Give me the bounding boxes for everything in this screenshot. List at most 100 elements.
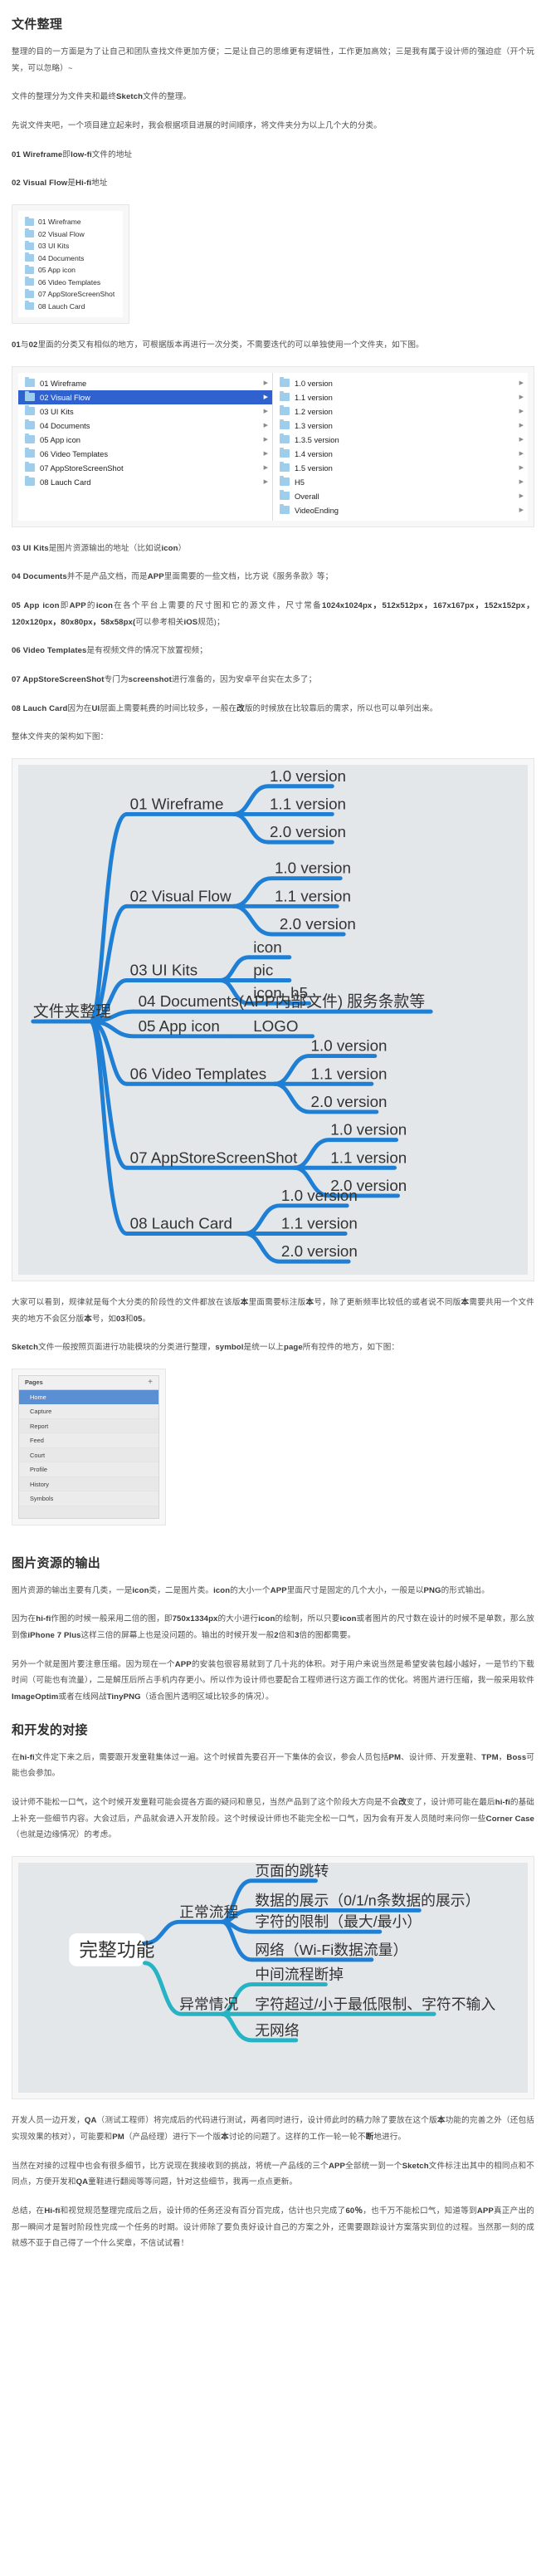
text-strong: TinyPNG	[106, 1692, 141, 1702]
paragraph-images-scaling: 因为在hi-fi作图的时候一般采用二倍的图，即750x1334px的大小进行ic…	[12, 1611, 534, 1643]
text-strong: TPM	[481, 1752, 499, 1762]
pages-header-label: Pages	[25, 1379, 43, 1387]
list-item[interactable]: 1.3.5 version ▶	[273, 433, 528, 447]
page-item-capture[interactable]: Capture	[19, 1404, 158, 1419]
add-page-icon[interactable]: +	[148, 1378, 153, 1387]
text-run: 的大小一个	[230, 1585, 271, 1595]
mindmap-leaf-label: 1.0 version	[270, 767, 346, 785]
page-item-symbols[interactable]: Symbols	[19, 1491, 158, 1506]
text-run: 因为在	[12, 1614, 37, 1624]
finder-simple-list[interactable]: 01 Wireframe 02 Visual Flow 03 UI Kits 0…	[18, 210, 124, 317]
text-run: 文件的整理分为文件夹和最终	[12, 92, 117, 102]
text-strong: icon	[258, 1614, 275, 1624]
paragraph-files-scope: 文件的整理分为文件夹和最终Sketch文件的整理。	[12, 89, 534, 105]
list-item[interactable]: 03 UI Kits ▶	[18, 404, 272, 419]
list-item[interactable]: 06 Video Templates ▶	[18, 447, 272, 461]
text-run: 开发人员一边开发，	[12, 2116, 85, 2126]
text-strong: 05 App icon	[12, 600, 60, 610]
list-item[interactable]: 01 Wireframe	[25, 216, 115, 228]
text-run: 所有控件的地方，如下图：	[302, 1343, 400, 1353]
paragraph-dev-details: 当然在对接的过程中也会有很多细节，比方说现在我接收到的挑战，将统一产品线的三个A…	[12, 2158, 534, 2191]
text-run: 图片资源的输出主要有几类，一是	[12, 1585, 133, 1595]
finder-column-right[interactable]: 1.0 version ▶ 1.1 version ▶ 1.2 version …	[273, 373, 528, 521]
chevron-right-icon: ▶	[519, 492, 524, 499]
mindmap-leaf-label: 1.0 version	[311, 1036, 388, 1054]
list-item[interactable]: 05 App icon	[25, 264, 115, 277]
page-item-home[interactable]: Home	[19, 1389, 158, 1405]
folder-icon	[25, 301, 34, 311]
text-strong: 04 Documents	[12, 572, 67, 582]
list-item[interactable]: H5 ▶	[273, 475, 528, 489]
text-run: 作图的时候一般采用二倍的图，即	[51, 1614, 173, 1624]
list-item-label: 01 Wireframe	[38, 218, 81, 227]
text-run: 的绘制，所以只要	[275, 1614, 340, 1624]
mindmap-leaf-label: 1.0 version	[281, 1187, 358, 1204]
folder-icon	[25, 264, 34, 274]
text-strong: Sketch	[116, 92, 144, 102]
page-item-court[interactable]: Court	[19, 1447, 158, 1463]
list-item-label: 06 Video Templates	[38, 277, 101, 286]
mindmap-node-label: 06 Video Templates	[130, 1065, 266, 1082]
list-item[interactable]: 07 AppStoreScreenShot	[25, 288, 115, 301]
list-item-label: 07 AppStoreScreenShot	[38, 290, 115, 299]
page-item-profile[interactable]: Profile	[19, 1462, 158, 1477]
list-item[interactable]: 04 Documents	[25, 252, 115, 264]
chevron-right-icon: ▶	[519, 380, 524, 386]
list-item[interactable]: 1.0 version ▶	[273, 376, 528, 390]
text-strong: icon	[132, 1585, 149, 1595]
list-item[interactable]: 01 Wireframe ▶	[18, 376, 272, 390]
list-item[interactable]: 04 Documents ▶	[18, 419, 272, 433]
chevron-right-icon: ▶	[263, 380, 268, 386]
text-strong: icon	[95, 600, 113, 610]
list-item[interactable]: 05 App icon ▶	[18, 433, 272, 447]
paragraph-images-compression: 另外一个就是图片要注意压缩。因为现在一个APP的安装包很容易就到了几十兆的体积。…	[12, 1657, 534, 1706]
text-run: 是有视频文件的情况下放置视频；	[86, 646, 207, 656]
folder-icon	[25, 277, 34, 286]
finder-column-left[interactable]: 01 Wireframe ▶ 02 Visual Flow ▶ 03 UI Ki…	[18, 372, 273, 521]
mindmap-leaf-label: pic	[253, 961, 273, 978]
text-run: 号，如	[91, 1314, 117, 1324]
list-item[interactable]: 1.1 version ▶	[273, 390, 528, 404]
mindmap-leaf-label: 无网络	[255, 2022, 300, 2039]
list-item[interactable]: Overall ▶	[273, 489, 528, 503]
text-run: 里面需要的一些文档，比方说《服务条款》等；	[163, 572, 334, 582]
list-item[interactable]: VideoEnding ▶	[273, 503, 528, 517]
folder-icon	[25, 391, 35, 402]
list-item-label: 1.3 version	[295, 420, 333, 430]
list-item[interactable]: 06 Video Templates	[25, 276, 115, 288]
figure-mindmap-folders: 文件夹整理 01 Wireframe 1.0 version 1.1 versi…	[12, 757, 534, 1281]
list-item[interactable]: 08 Lauch Card ▶	[18, 475, 272, 489]
mindmap-leaf-label: 2.0 version	[280, 915, 356, 933]
list-item[interactable]: 08 Lauch Card	[25, 300, 115, 312]
list-item[interactable]: 1.5 version ▶	[273, 461, 528, 475]
text-strong: 03 UI Kits	[12, 543, 49, 553]
list-item[interactable]: 1.3 version ▶	[273, 419, 528, 433]
heading-01-wireframe: 01 Wireframe即low-fi文件的地址	[12, 147, 534, 164]
page-item-history[interactable]: History	[19, 1477, 158, 1492]
page-item-report[interactable]: Report	[19, 1418, 158, 1434]
mindmap-leaf-label: 1.0 version	[275, 859, 351, 877]
finder-column-browser[interactable]: 01 Wireframe ▶ 02 Visual Flow ▶ 03 UI Ki…	[18, 372, 528, 521]
mindmap-root-label: 文件夹整理	[33, 1002, 111, 1020]
sketch-pages-panel[interactable]: Pages + Home Capture Report Feed Court P…	[18, 1374, 159, 1519]
text-strong: 改	[236, 703, 245, 713]
chevron-right-icon: ▶	[519, 450, 524, 457]
list-item[interactable]: 03 UI Kits	[25, 240, 115, 252]
list-item-selected[interactable]: 02 Visual Flow ▶	[18, 389, 272, 404]
list-item-label: 03 UI Kits	[38, 242, 70, 251]
mindmap-leaf-label: 字符超过/小于最低限制、字符不输入	[255, 1996, 495, 2012]
chevron-right-icon: ▶	[519, 478, 524, 485]
mindmap-node-label: 01 Wireframe	[130, 795, 224, 812]
figure-sketch-pages: Pages + Home Capture Report Feed Court P…	[12, 1368, 166, 1526]
folder-icon	[280, 490, 290, 501]
text-run: 是图片资源输出的地址（比如说	[48, 543, 162, 553]
list-item[interactable]: 1.2 version ▶	[273, 404, 528, 419]
text-run: 层面上需要耗费的时间比较多，一般在	[100, 703, 237, 713]
text-run: 文件的地址	[91, 149, 133, 159]
list-item[interactable]: 1.4 version ▶	[273, 447, 528, 461]
list-item[interactable]: 07 AppStoreScreenShot ▶	[18, 461, 272, 475]
page-item-feed[interactable]: Feed	[19, 1433, 158, 1448]
mindmap-leaf-label: 网络（Wi-Fi数据流量）	[255, 1942, 407, 1958]
list-item[interactable]: 02 Visual Flow	[25, 228, 115, 240]
text-run: 全部统一到一个	[344, 2161, 402, 2171]
